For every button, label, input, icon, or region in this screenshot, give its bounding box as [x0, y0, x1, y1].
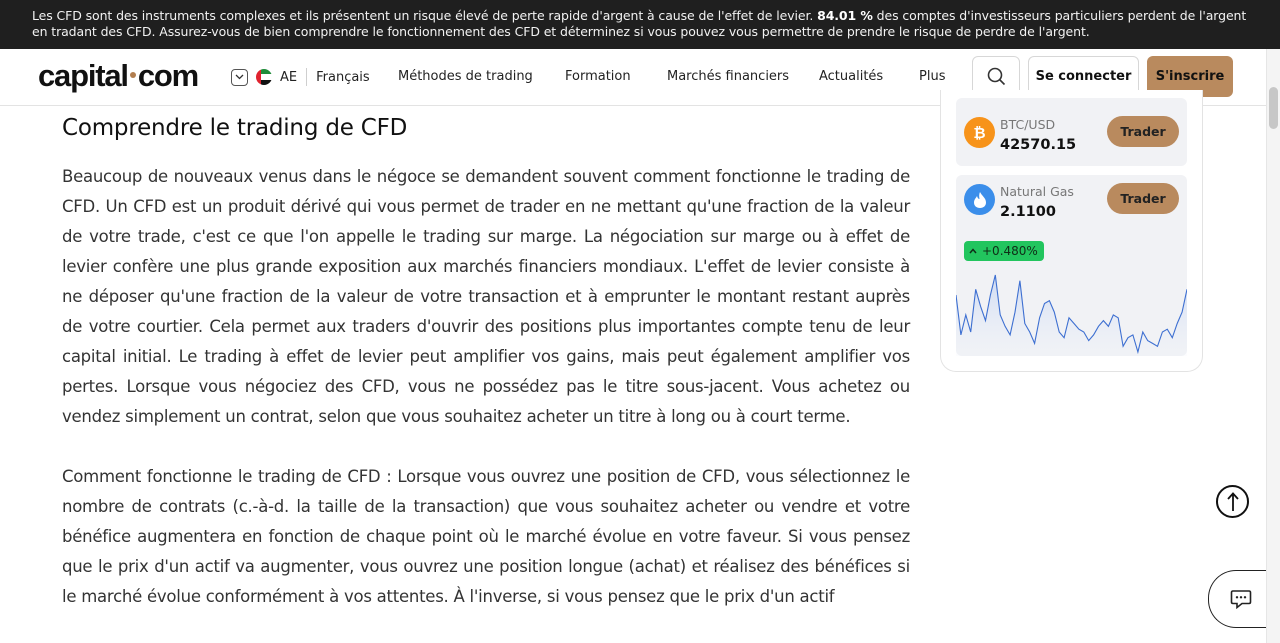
search-icon: [987, 67, 1005, 86]
uae-flag-icon: [256, 69, 272, 85]
trade-button[interactable]: Trader: [1107, 183, 1179, 214]
chat-icon: [1230, 590, 1251, 609]
article-heading: Comprendre le trading de CFD: [62, 115, 408, 141]
arrow-up-icon: [1226, 491, 1239, 511]
chat-button[interactable]: [1208, 570, 1272, 628]
instrument-card-btc[interactable]: ₿ BTC/USD 42570.15 Trader: [956, 98, 1187, 166]
logo-dot: [129, 71, 136, 78]
logo-left: capital: [38, 58, 129, 93]
region-divider: [306, 68, 308, 86]
scrollbar-thumb[interactable]: [1269, 87, 1278, 129]
risk-text-before: Les CFD sont des instruments complexes e…: [32, 8, 818, 23]
risk-percentage: 84.01 %: [817, 8, 873, 23]
nav-news[interactable]: Actualités: [819, 69, 883, 84]
instrument-price: 2.1100: [1000, 204, 1056, 220]
chevron-down-icon[interactable]: [231, 68, 248, 86]
price-change-badge: +0.480%: [964, 241, 1044, 261]
nav-trading-methods[interactable]: Méthodes de trading: [398, 69, 533, 84]
flame-icon: [964, 184, 995, 215]
nav-markets[interactable]: Marchés financiers: [667, 69, 789, 84]
page-scrollbar[interactable]: [1266, 49, 1280, 643]
trade-button[interactable]: Trader: [1107, 116, 1179, 147]
chevron-up-icon: [969, 246, 977, 257]
page-viewport: Les CFD sont des instruments complexes e…: [0, 0, 1280, 643]
nav-more[interactable]: Plus: [919, 69, 945, 84]
article-paragraph: Comment fonctionne le trading de CFD : L…: [62, 467, 910, 606]
language-label[interactable]: Français: [316, 70, 370, 85]
risk-warning-banner: Les CFD sont des instruments complexes e…: [0, 0, 1280, 49]
bitcoin-icon: ₿: [964, 117, 995, 148]
logo-right: com: [137, 58, 199, 93]
instrument-name: Natural Gas: [1000, 184, 1074, 199]
instrument-price: 42570.15: [1000, 137, 1077, 153]
region-code: AE: [280, 69, 298, 85]
instrument-card-natural-gas[interactable]: Natural Gas 2.1100 Trader +0.480%: [956, 175, 1187, 356]
region-language-selector[interactable]: AE Français: [231, 68, 370, 86]
capital-com-logo[interactable]: capital com: [38, 58, 199, 94]
sparkline-chart: [956, 274, 1187, 356]
market-widget: ₿ BTC/USD 42570.15 Trader Natural Gas 2.…: [940, 90, 1203, 372]
scroll-to-top-button[interactable]: [1216, 485, 1249, 518]
article-paragraph: Beaucoup de nouveaux venus dans le négoc…: [62, 167, 910, 426]
nav-education[interactable]: Formation: [565, 69, 631, 84]
instrument-name: BTC/USD: [1000, 117, 1056, 132]
article-content: Comprendre le trading de CFD Beaucoup de…: [62, 115, 910, 642]
price-change-value: +0.480%: [982, 244, 1038, 258]
